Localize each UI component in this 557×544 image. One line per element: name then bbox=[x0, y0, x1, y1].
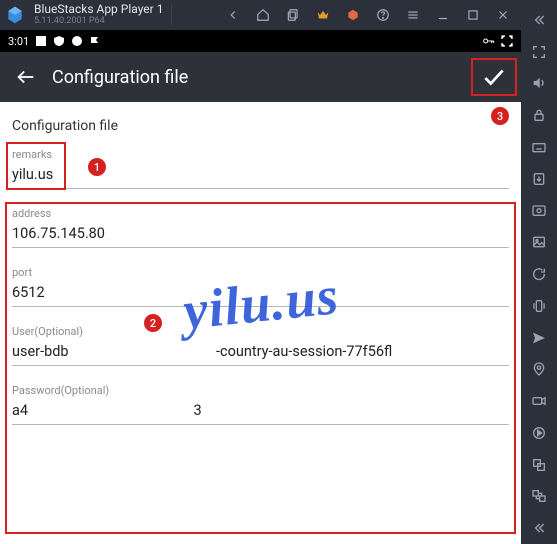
user-field: User(Optional) bbox=[12, 325, 509, 366]
user-input[interactable] bbox=[12, 340, 509, 366]
remarks-label: remarks bbox=[12, 148, 509, 161]
screenshot-icon[interactable] bbox=[525, 198, 553, 224]
port-field: port bbox=[12, 266, 509, 307]
annotation-badge-1: 1 bbox=[88, 158, 106, 176]
header-title: Configuration file bbox=[52, 67, 188, 88]
password-field: Password(Optional) bbox=[12, 384, 509, 425]
back-history-icon[interactable] bbox=[225, 7, 241, 23]
bluestacks-sidebar bbox=[521, 0, 557, 544]
maximize-icon[interactable] bbox=[465, 7, 481, 23]
password-label: Password(Optional) bbox=[12, 384, 509, 397]
annotation-badge-3: 3 bbox=[491, 107, 509, 125]
user-label: User(Optional) bbox=[12, 325, 509, 338]
collapse-sidebar-icon[interactable] bbox=[525, 7, 553, 33]
keymap-icon[interactable] bbox=[525, 134, 553, 160]
home-icon[interactable] bbox=[255, 7, 271, 23]
fullscreen-icon[interactable] bbox=[525, 39, 553, 65]
status-vpn-key-icon bbox=[483, 35, 495, 47]
address-field: address bbox=[12, 207, 509, 248]
crown-icon[interactable] bbox=[315, 7, 331, 23]
app-header: Configuration file bbox=[0, 52, 521, 102]
app-body: Configuration file remarks address port … bbox=[0, 102, 521, 544]
section-title: Configuration file bbox=[12, 118, 513, 134]
media-folder-icon[interactable] bbox=[525, 229, 553, 255]
password-input[interactable] bbox=[12, 399, 509, 425]
lock-cursor-icon[interactable] bbox=[525, 102, 553, 128]
bluestacks-titlebar: BlueStacks App Player 1 5.11.40.2001 P64 bbox=[0, 0, 521, 30]
highlight-main bbox=[5, 202, 516, 534]
status-time: 3:01 bbox=[8, 35, 29, 48]
macro-icon[interactable] bbox=[525, 420, 553, 446]
remarks-field: remarks bbox=[12, 148, 509, 189]
recents-icon[interactable] bbox=[285, 7, 301, 23]
bluestacks-version: 5.11.40.2001 P64 bbox=[34, 17, 163, 27]
help-icon[interactable] bbox=[375, 7, 391, 23]
port-label: port bbox=[12, 266, 509, 279]
hexagon-icon[interactable] bbox=[345, 7, 361, 23]
multi-instance-icon[interactable] bbox=[525, 452, 553, 478]
bluestacks-title: BlueStacks App Player 1 bbox=[34, 3, 163, 16]
bluestacks-title-block: BlueStacks App Player 1 5.11.40.2001 P64 bbox=[34, 0, 163, 30]
menu-icon[interactable] bbox=[405, 7, 421, 23]
status-chrome-icon bbox=[71, 35, 83, 47]
sync-icon[interactable] bbox=[525, 483, 553, 509]
rotate-icon[interactable] bbox=[525, 261, 553, 287]
volume-icon[interactable] bbox=[525, 71, 553, 97]
record-icon[interactable] bbox=[525, 388, 553, 414]
minimize-icon[interactable] bbox=[435, 7, 451, 23]
more-icon[interactable] bbox=[525, 515, 553, 541]
status-shield-icon bbox=[53, 35, 65, 47]
bluestacks-logo-icon bbox=[0, 0, 30, 30]
status-fullscreen-icon[interactable] bbox=[501, 35, 513, 47]
back-button[interactable] bbox=[8, 59, 44, 95]
status-flag-icon bbox=[89, 35, 101, 47]
install-apk-icon[interactable] bbox=[525, 166, 553, 192]
status-app-icon bbox=[35, 35, 47, 47]
airplane-icon[interactable] bbox=[525, 325, 553, 351]
annotation-badge-2: 2 bbox=[144, 314, 162, 332]
remarks-input[interactable] bbox=[12, 163, 509, 189]
shake-icon[interactable] bbox=[525, 293, 553, 319]
address-label: address bbox=[12, 207, 509, 220]
confirm-button[interactable] bbox=[471, 58, 517, 96]
address-input[interactable] bbox=[12, 222, 509, 248]
close-icon[interactable] bbox=[495, 7, 511, 23]
port-input[interactable] bbox=[12, 281, 509, 307]
title-separator bbox=[171, 4, 172, 26]
location-icon[interactable] bbox=[525, 356, 553, 382]
android-status-bar: 3:01 bbox=[0, 30, 521, 52]
